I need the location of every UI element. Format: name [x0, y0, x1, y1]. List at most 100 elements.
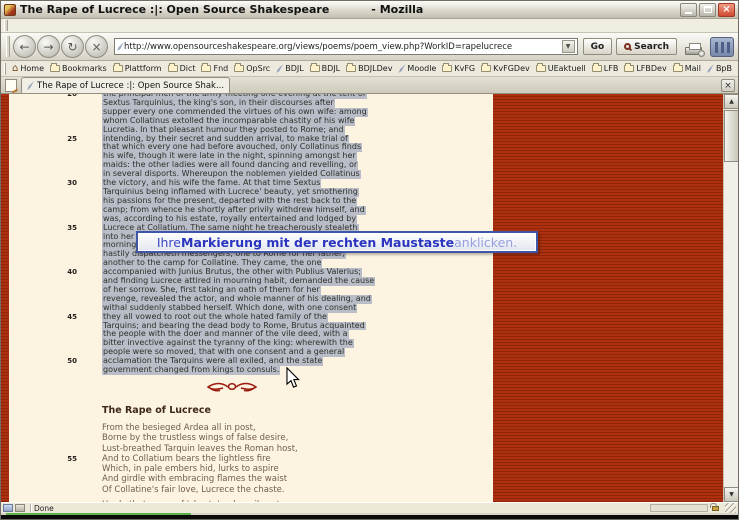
poem-line: Borne by the trustless wings of false de…: [9, 433, 493, 443]
url-input[interactable]: [124, 39, 562, 54]
poem-line: Lust-breathed Tarquin leaves the Roman h…: [9, 444, 493, 454]
line-number: [9, 117, 77, 126]
url-bar[interactable]: ▼: [114, 38, 578, 55]
bookmark-label: BDJL: [285, 64, 304, 73]
bookmark-item[interactable]: ⌂ Fnd: [198, 61, 231, 76]
line-number: [9, 206, 77, 215]
poem-text-line: Borne by the trustless wings of false de…: [102, 433, 289, 444]
window-title-app: - Mozilla: [371, 3, 424, 16]
poem-line: And girdle with embracing flames the wai…: [9, 474, 493, 484]
restore-button[interactable]: [699, 2, 716, 17]
bookmark-item[interactable]: ⌂ OpSrc: [231, 61, 273, 76]
menu-item[interactable]: [47, 19, 59, 32]
folder-icon: [167, 63, 178, 72]
bookmark-item[interactable]: ⌂ KvFGDev: [478, 61, 533, 76]
bookmark-quill-icon: [117, 42, 124, 51]
toolbar-grippy[interactable]: [4, 62, 6, 75]
folder-icon: [201, 63, 212, 72]
menu-item[interactable]: [95, 19, 107, 32]
line-number: [9, 322, 77, 331]
bookmark-label: BDJL: [321, 64, 341, 73]
bookmark-item[interactable]: ⌂ UEaktuell: [533, 61, 589, 76]
menu-item[interactable]: [23, 19, 35, 32]
bookmark-label: Home: [20, 64, 44, 73]
minimize-icon: [685, 12, 692, 14]
component-bar-composer-icon[interactable]: [15, 504, 25, 512]
line-number: [9, 215, 77, 224]
url-dropdown-button[interactable]: ▼: [561, 40, 575, 53]
screen-bottom-band: [1, 515, 738, 519]
back-icon: ←: [19, 39, 30, 54]
scroll-up-button[interactable]: ▲: [724, 94, 738, 109]
title-bar[interactable]: The Rape of Lucrece :|: Open Source Shak…: [1, 1, 738, 19]
minimize-button[interactable]: [680, 2, 697, 17]
stop-button[interactable]: ×: [85, 35, 108, 58]
menu-item[interactable]: [11, 19, 23, 32]
bookmark-item[interactable]: ⌂ Moodle: [395, 61, 439, 76]
bookmark-item[interactable]: ⌂ KvFG: [439, 61, 478, 76]
print-icon[interactable]: [685, 42, 705, 57]
search-button-label: Search: [634, 41, 669, 52]
forward-button[interactable]: →: [37, 35, 60, 58]
close-tab-button[interactable]: ×: [721, 79, 735, 92]
menu-item[interactable]: [83, 19, 95, 32]
bookmark-item[interactable]: ⌂ SXC: [735, 61, 738, 76]
bottom-edge: [1, 513, 738, 519]
bookmark-item[interactable]: ⌂ LFB: [589, 61, 622, 76]
line-number: [9, 485, 77, 495]
navigation-toolbar: ← → ↻ × ▼ Go Search: [1, 33, 738, 61]
bookmark-item[interactable]: ⌂ BDJL: [273, 61, 306, 76]
page-body: 20 the principal men of the army meeting…: [9, 94, 493, 502]
tab-active[interactable]: The Rape of Lucrece :|: Open Source Shak…: [21, 77, 231, 93]
line-number: [9, 108, 77, 117]
menu-item[interactable]: [35, 19, 47, 32]
back-button[interactable]: ←: [13, 35, 36, 58]
browser-viewport: 20 the principal men of the army meeting…: [1, 94, 738, 502]
line-number: [9, 304, 77, 313]
folder-icon: [481, 63, 492, 72]
close-button[interactable]: ×: [718, 2, 735, 17]
bookmark-label: LFBDev: [636, 64, 667, 73]
bookmark-item[interactable]: ⌂ BDJL: [307, 61, 343, 76]
bookmark-label: KvFG: [454, 64, 476, 73]
go-button[interactable]: Go: [582, 38, 613, 55]
toolbar-grippy[interactable]: [6, 35, 10, 58]
poem-line: Of Collatine's fair love, Lucrece the ch…: [9, 485, 493, 495]
scrollbar-thumb[interactable]: [724, 110, 738, 162]
toolbar-grippy[interactable]: [4, 20, 8, 31]
folder-icon: [49, 63, 60, 72]
bookmark-item[interactable]: ⌂ Dict: [165, 61, 199, 76]
scroll-down-button[interactable]: ▼: [724, 487, 738, 502]
menu-item[interactable]: [71, 19, 83, 32]
poem-title: The Rape of Lucrece: [102, 405, 211, 416]
bookmark-label: Mail: [684, 64, 701, 73]
component-bar-navigator-icon[interactable]: [3, 504, 13, 512]
window-resize-grip[interactable]: [725, 502, 736, 514]
poem-text-line: Which, in pale embers hid, lurks to aspi…: [102, 464, 279, 475]
reload-button[interactable]: ↻: [61, 35, 84, 58]
bookmark-label: BpB: [715, 64, 732, 73]
security-padlock-icon[interactable]: [710, 502, 719, 511]
vertical-scrollbar[interactable]: ▲ ▼: [723, 94, 738, 502]
menu-item[interactable]: [59, 19, 71, 32]
line-number: [9, 152, 77, 161]
poem-text-line: Lust-breathed Tarquin leaves the Roman h…: [102, 443, 298, 454]
bookmark-item[interactable]: ⌂ Plattform: [110, 61, 165, 76]
bookmark-label: BDJLDev: [358, 64, 393, 73]
bookmark-item[interactable]: ⌂ LFBDev: [621, 61, 669, 76]
line-number: [9, 500, 77, 502]
argument-line: government changed from kings to consuls…: [9, 365, 493, 375]
search-button[interactable]: Search: [616, 38, 677, 55]
bookmark-item[interactable]: ⌂ BDJLDev: [343, 61, 395, 76]
bookmark-label: UEaktuell: [547, 64, 586, 73]
mozilla-throbber-icon[interactable]: [710, 36, 734, 57]
new-tab-button[interactable]: [5, 79, 17, 92]
reload-icon: ↻: [67, 39, 78, 54]
bookmark-item[interactable]: ⌂ Mail: [670, 61, 704, 76]
tooltip-text-suffix: anklicken.: [454, 234, 518, 250]
bookmark-item[interactable]: ⌂ BpB: [704, 61, 735, 76]
search-icon: [624, 43, 632, 50]
bookmark-item[interactable]: ⌂ Bookmarks: [47, 61, 110, 76]
bookmark-item[interactable]: ⌂ Home: [9, 61, 47, 76]
line-number: [9, 170, 77, 179]
